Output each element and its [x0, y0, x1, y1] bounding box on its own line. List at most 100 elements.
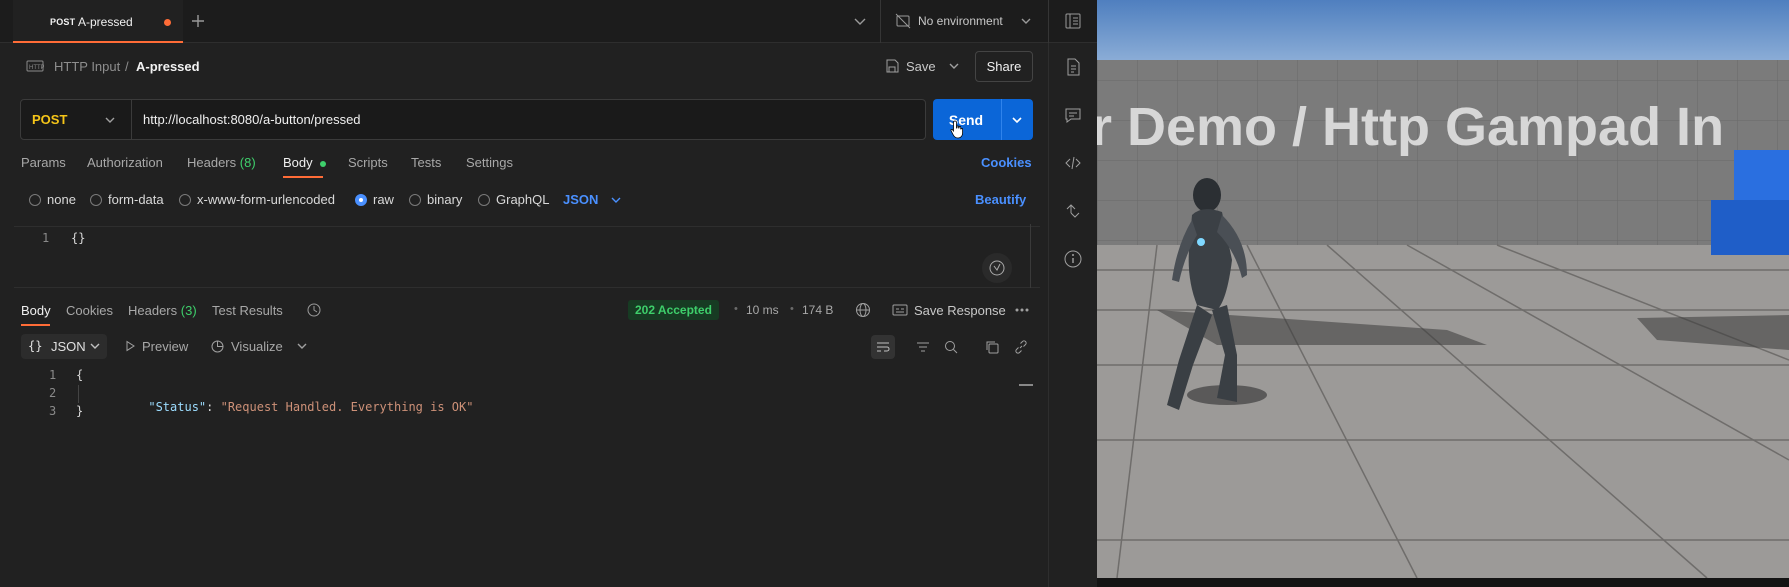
body-format-select[interactable]: JSON [563, 192, 622, 207]
visualize-chevron-icon[interactable] [296, 340, 308, 352]
code-snippet-icon[interactable] [1063, 153, 1083, 173]
body-tab-underline [283, 176, 323, 178]
no-environment-icon [895, 13, 911, 29]
preview-button[interactable]: Preview [124, 338, 194, 356]
breadcrumb-collection[interactable]: HTTP Input [54, 59, 120, 74]
method-chevron-icon [103, 113, 117, 127]
editor-scrollbar[interactable] [1030, 224, 1038, 288]
sky [1097, 0, 1789, 65]
tab-scripts[interactable]: Scripts [348, 155, 388, 170]
send-split-divider [1001, 99, 1002, 140]
radio-graphql-label: GraphQL [496, 192, 550, 207]
link-icon[interactable] [1013, 339, 1029, 355]
method-select[interactable]: POST [21, 100, 132, 139]
response-size[interactable]: 174 B [802, 303, 833, 317]
save-icon [885, 59, 899, 73]
related-collections-icon[interactable] [1063, 201, 1083, 221]
indent-guide [78, 385, 79, 403]
tab-headers[interactable]: Headers (8) [187, 155, 256, 170]
breadcrumb-request[interactable]: A-pressed [136, 59, 200, 74]
tab-bar: POST A-pressed No environment [0, 0, 1097, 43]
response-format-label: JSON [51, 339, 86, 354]
radio-urlencoded-circle [179, 193, 191, 206]
game-viewport[interactable]: r Demo / Http Gampad In [1097, 0, 1789, 587]
radio-graphql[interactable]: GraphQL [478, 192, 549, 207]
request-body-editor[interactable]: 1 {} [14, 224, 1040, 288]
json-key: "Status" [148, 400, 207, 414]
radio-form-data[interactable]: form-data [90, 192, 164, 207]
tab-title: A-pressed [78, 15, 133, 29]
response-format-chevron-icon [89, 340, 101, 352]
radio-urlencoded[interactable]: x-www-form-urlencoded [179, 192, 335, 207]
beautify-button[interactable]: Beautify [975, 192, 1026, 207]
meta-separator-2: • [790, 303, 794, 315]
filter-icon[interactable] [915, 339, 931, 355]
json-colon: : [206, 400, 221, 414]
new-tab-plus-icon[interactable] [189, 11, 207, 31]
radio-form-data-circle [90, 193, 102, 206]
play-icon [124, 340, 136, 352]
wrap-lines-icon[interactable] [871, 335, 895, 359]
more-options-icon[interactable] [1014, 303, 1030, 317]
search-icon[interactable] [943, 339, 959, 355]
radio-none-circle [29, 193, 41, 206]
response-time[interactable]: 10 ms [746, 303, 779, 317]
response-format-select[interactable]: {} JSON [21, 334, 107, 359]
send-button-group: Send [933, 99, 1033, 140]
info-icon[interactable] [1063, 249, 1083, 269]
radio-graphql-circle [478, 193, 490, 206]
tab-authorization[interactable]: Authorization [87, 155, 163, 170]
braces-icon: {} [28, 339, 43, 353]
tab-params[interactable]: Params [21, 155, 66, 170]
response-line-2: 2 [49, 386, 57, 400]
save-dropdown-chevron-icon[interactable] [947, 59, 961, 73]
response-tab-cookies[interactable]: Cookies [66, 303, 113, 318]
response-line-1: 1 [49, 368, 57, 382]
visualize-label: Visualize [231, 339, 283, 354]
unsaved-dot [164, 19, 171, 26]
radio-raw[interactable]: raw [355, 192, 394, 207]
tab-headers-label: Headers [187, 155, 237, 170]
save-button[interactable]: Save [883, 51, 963, 81]
response-tab-body[interactable]: Body [21, 303, 51, 318]
tab-tests[interactable]: Tests [411, 155, 441, 170]
right-sidebar [1048, 43, 1097, 587]
breadcrumb-separator: / [125, 59, 129, 74]
ai-assist-icon[interactable] [982, 253, 1012, 283]
url-input[interactable] [143, 106, 913, 132]
radio-binary-label: binary [427, 192, 463, 207]
environment-chevron-icon [1019, 14, 1033, 28]
tab-body[interactable]: Body [283, 155, 327, 170]
environment-label: No environment [918, 14, 1003, 28]
radio-none[interactable]: none [29, 192, 76, 207]
response-tab-test-results[interactable]: Test Results [212, 303, 283, 318]
comments-icon[interactable] [1063, 105, 1083, 125]
history-icon[interactable] [306, 302, 322, 318]
visualize-button[interactable]: Visualize [210, 338, 305, 356]
workspace-settings-icon[interactable] [1064, 12, 1082, 30]
response-tab-headers[interactable]: Headers (3) [128, 303, 197, 318]
radio-raw-circle [355, 193, 367, 206]
cookies-link[interactable]: Cookies [981, 155, 1032, 170]
body-indicator-dot [320, 160, 327, 167]
request-tab-a-pressed[interactable]: POST A-pressed [13, 0, 183, 43]
radio-binary[interactable]: binary [409, 192, 462, 207]
documentation-icon[interactable] [1063, 57, 1083, 77]
status-badge[interactable]: 202 Accepted [628, 300, 719, 320]
response-line-3: 3 [49, 404, 57, 418]
tab-headers-count: (8) [239, 155, 256, 170]
tab-settings[interactable]: Settings [466, 155, 513, 170]
response-body-viewer[interactable]: 1 2 3 { "Status": "Request Handled. Ever… [14, 368, 1034, 428]
response-minimap-marker[interactable] [1019, 384, 1033, 386]
tabs-dropdown-chevron-icon[interactable] [852, 13, 868, 29]
save-response-icon [892, 303, 908, 317]
save-response-button[interactable]: Save Response [892, 302, 1012, 320]
network-globe-icon[interactable] [855, 302, 871, 318]
send-options-chevron-icon[interactable] [1009, 112, 1025, 128]
json-value: "Request Handled. Everything is OK" [220, 400, 474, 414]
copy-icon[interactable] [984, 339, 1000, 355]
share-button[interactable]: Share [975, 51, 1033, 82]
environment-selector[interactable]: No environment [895, 11, 1035, 33]
send-button[interactable]: Send [933, 99, 999, 140]
json-close-brace: } [76, 404, 84, 418]
